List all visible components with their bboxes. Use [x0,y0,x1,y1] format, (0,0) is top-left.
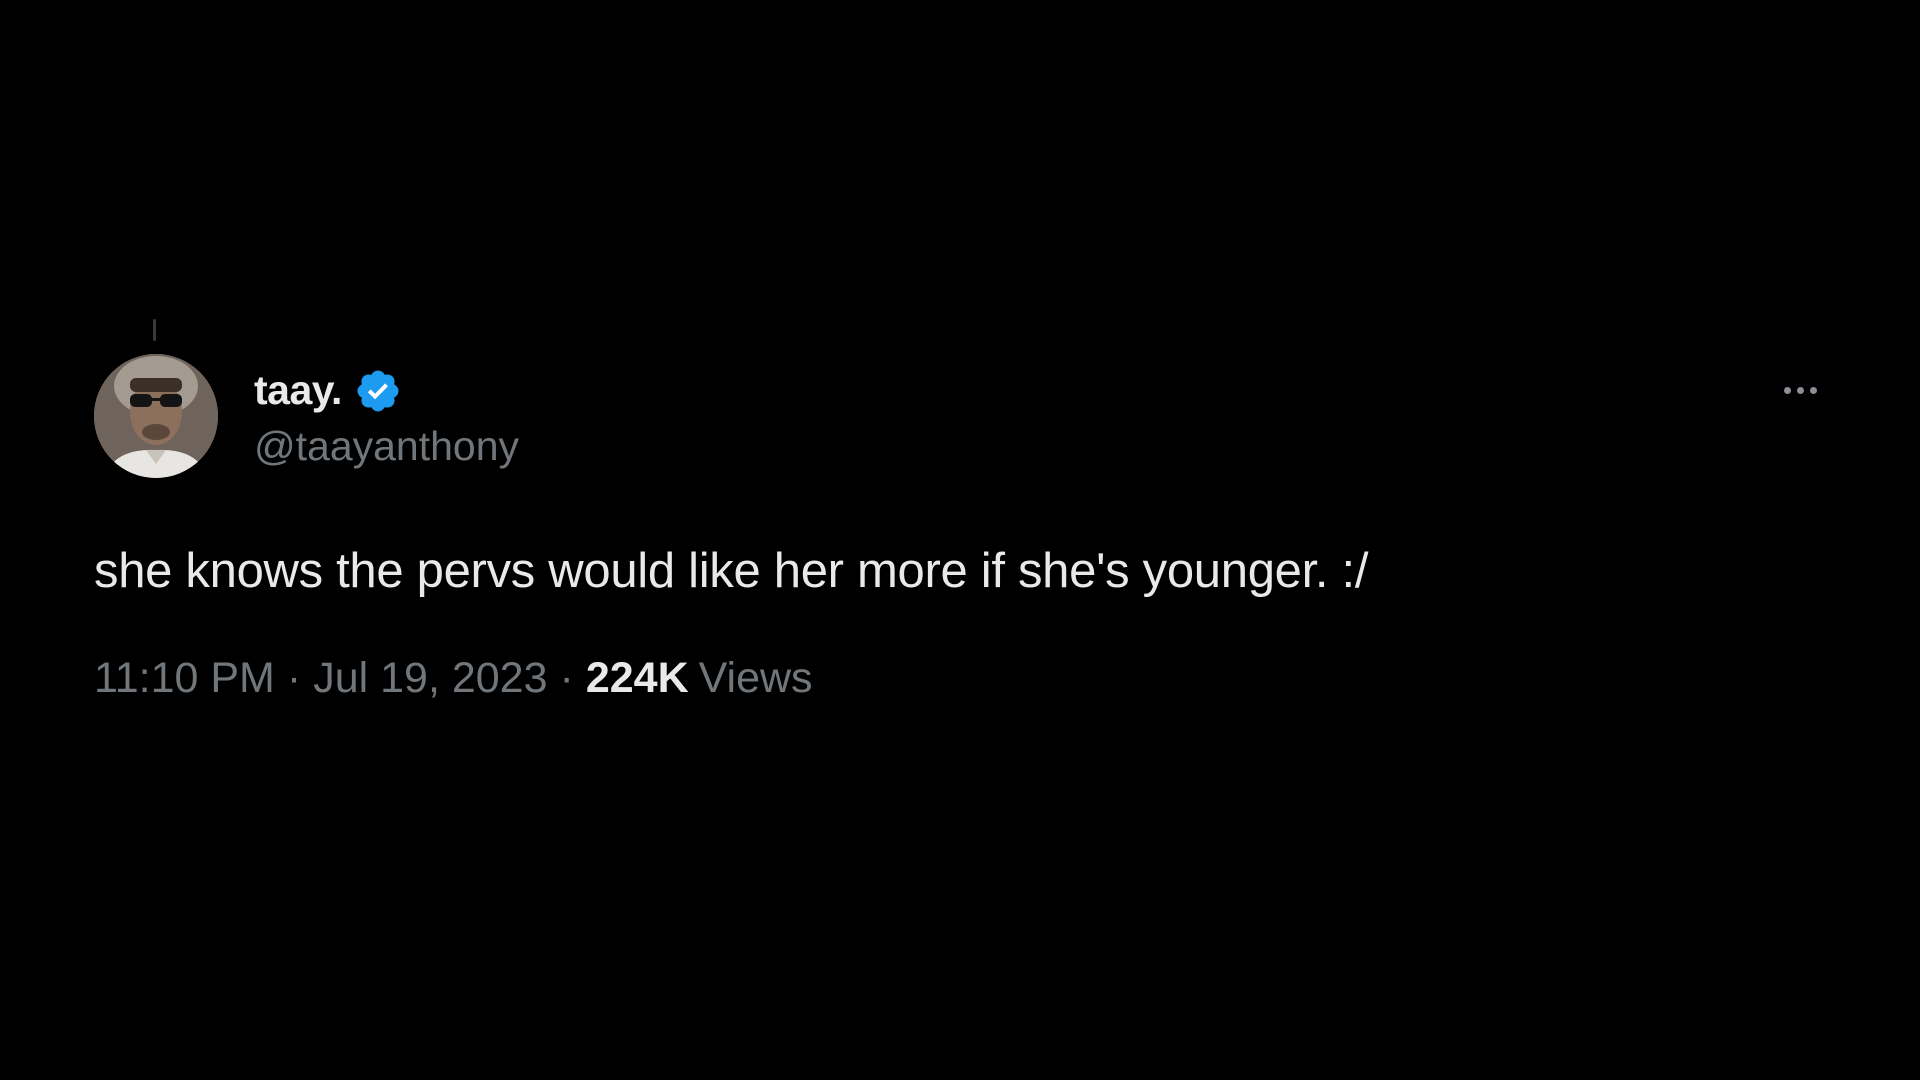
verified-badge-icon[interactable] [354,367,402,415]
thread-connector-line [153,319,156,341]
more-dot-icon [1809,386,1817,394]
tweet-date[interactable]: Jul 19, 2023 [313,654,547,703]
author-info: taay. @taayanthony [254,363,519,470]
more-dot-icon [1783,386,1791,394]
more-dot-icon [1796,386,1804,394]
tweet-metadata: 11:10 PM · Jul 19, 2023 · 224K Views [94,654,1830,703]
tweet-time[interactable]: 11:10 PM [94,654,275,703]
author-display-name[interactable]: taay. [254,367,342,414]
separator-dot: · [559,654,574,702]
tweet-card: taay. @taayanthony she knows the pervs w… [94,354,1830,703]
more-options-button[interactable] [1770,370,1830,410]
author-handle[interactable]: @taayanthony [254,423,519,470]
tweet-text: she knows the pervs would like her more … [94,544,1369,598]
separator-dot: · [286,654,302,702]
user-avatar[interactable] [94,354,218,478]
views-count[interactable]: 224K [586,654,689,703]
tweet-screen: taay. @taayanthony she knows the pervs w… [0,0,1920,1080]
tweet-header: taay. @taayanthony [94,354,1830,478]
views-label: Views [698,654,813,702]
avatar-image [94,354,218,478]
name-row: taay. [254,363,519,419]
